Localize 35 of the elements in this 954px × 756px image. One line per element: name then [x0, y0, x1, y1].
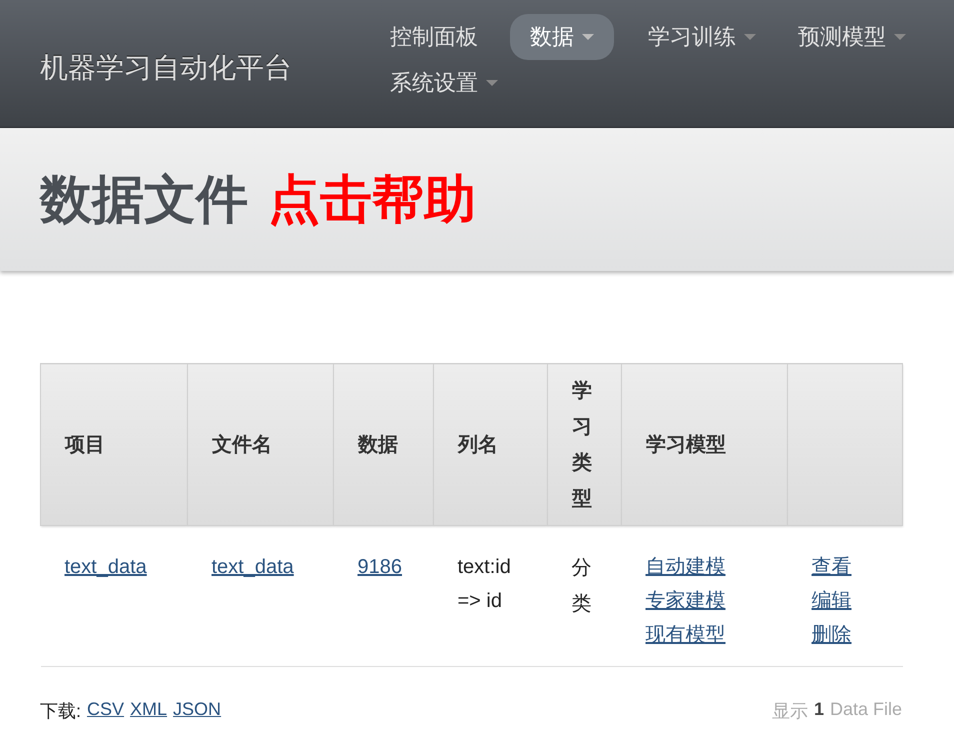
table-link[interactable]: 现有模型 — [646, 618, 726, 652]
count-value: 1 — [814, 699, 824, 721]
page-title: 数据文件 — [40, 170, 248, 230]
download-label: 下载: — [40, 700, 82, 723]
count-label: Data File — [830, 699, 902, 721]
nav-item[interactable]: 系统设置 — [390, 60, 518, 106]
nav-item[interactable]: 控制面板 — [390, 14, 498, 60]
download-link[interactable]: JSON — [173, 699, 222, 723]
column-header: 数据 — [334, 364, 434, 526]
table-link[interactable]: 9186 — [358, 550, 402, 584]
nav-item[interactable]: 数据 — [510, 14, 614, 60]
table-link[interactable]: text_data — [64, 550, 147, 584]
column-header: 学习模型 — [622, 364, 788, 526]
column-header: 列名 — [434, 364, 548, 526]
caret-icon — [744, 34, 756, 40]
caret-icon — [894, 34, 906, 40]
count-label: 显示 — [772, 700, 808, 723]
download-link[interactable]: XML — [130, 699, 168, 723]
column-header: 项目 — [40, 364, 188, 526]
table-cell-text: text:id => id — [458, 555, 512, 614]
table-cell-text: 分类 — [572, 556, 592, 617]
brand-title[interactable]: 机器学习自动化平台 — [0, 0, 390, 127]
table-link[interactable]: 删除 — [812, 618, 852, 652]
table-link[interactable]: 自动建模 — [646, 550, 726, 584]
caret-icon — [582, 34, 594, 40]
table-link[interactable]: text_data — [212, 550, 294, 584]
table-link[interactable]: 查看 — [812, 550, 852, 584]
nav-item[interactable]: 预测模型 — [778, 14, 926, 60]
download-link[interactable]: CSV — [87, 699, 124, 723]
table-link[interactable]: 编辑 — [812, 584, 852, 618]
nav-item[interactable]: 学习训练 — [628, 14, 776, 60]
column-header: 文件名 — [188, 364, 334, 526]
column-header: 学习类型 — [548, 364, 622, 526]
caret-icon — [486, 80, 498, 86]
table-link[interactable]: 专家建模 — [646, 584, 726, 618]
